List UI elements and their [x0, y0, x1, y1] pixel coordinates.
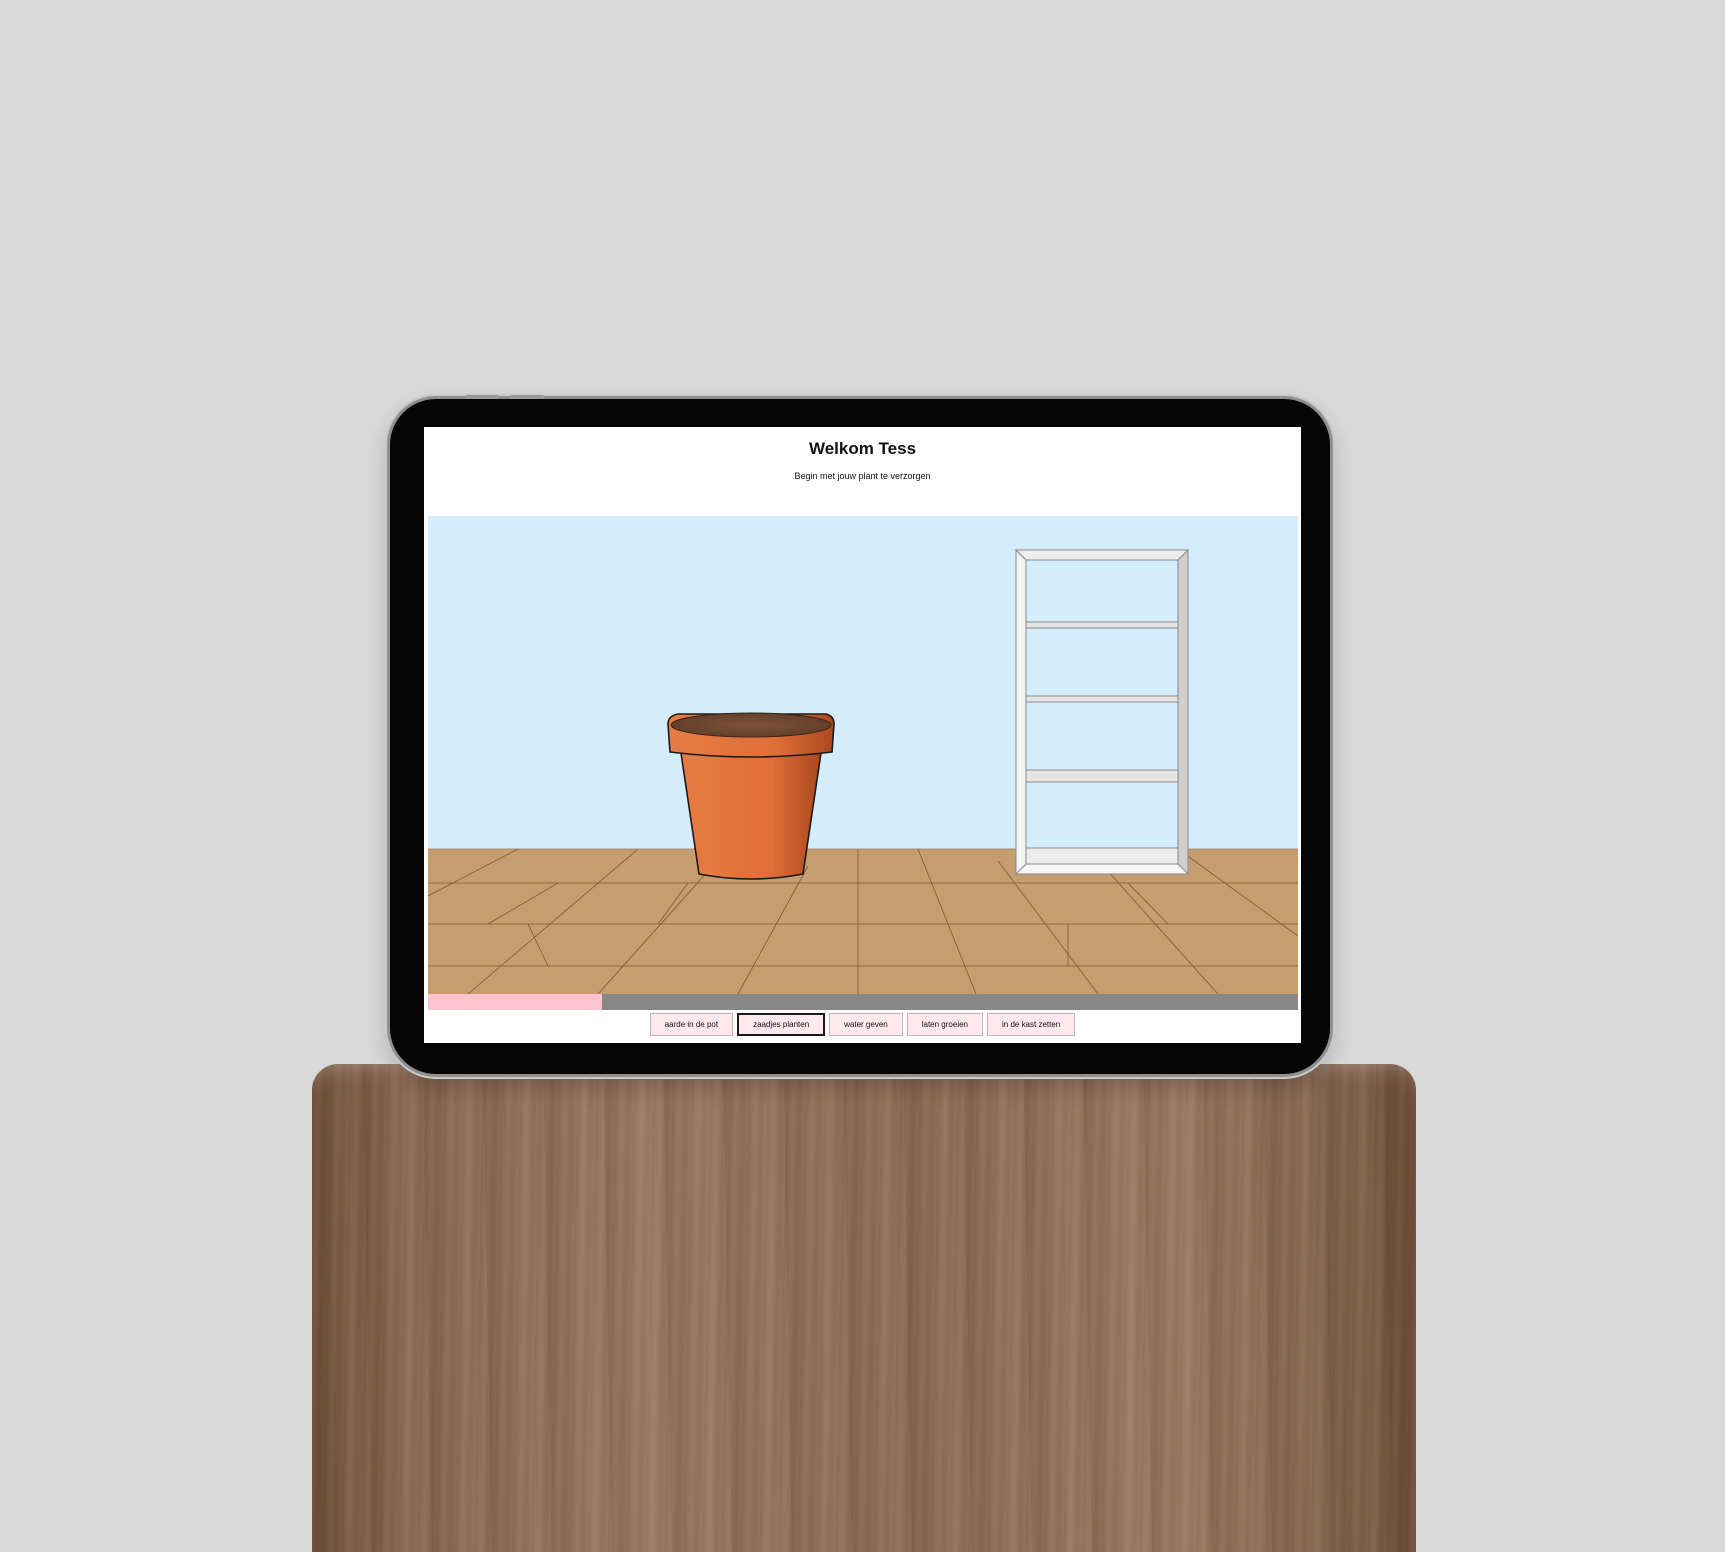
page-title: Welkom Tess [808, 439, 917, 458]
app-screen: Welkom Tess Begin met jouw plant te verz… [424, 427, 1301, 1043]
plant-seeds-button[interactable]: zaadjes planten [737, 1013, 826, 1036]
page-subtitle: Begin met jouw plant te verzorgen [794, 471, 931, 481]
volume-button [510, 395, 544, 399]
photo-backdrop: Welkom Tess Begin met jouw plant te verz… [0, 0, 1725, 1552]
soil-in-pot-button[interactable]: aarde in de pot [649, 1013, 734, 1036]
water-button[interactable]: water geven [829, 1013, 903, 1036]
grow-button[interactable]: laten groeien [906, 1013, 983, 1036]
progress-bar [428, 994, 1298, 1010]
wooden-pedestal [312, 1064, 1416, 1552]
soil [670, 712, 832, 738]
tablet-device: Welkom Tess Begin met jouw plant te verz… [390, 395, 1330, 1074]
progress-fill [428, 994, 602, 1010]
bookshelf [1014, 548, 1190, 876]
action-button-bar: aarde in de pot zaadjes planten water ge… [424, 1013, 1301, 1036]
plant-scene [428, 516, 1298, 994]
volume-button [465, 395, 499, 399]
put-in-cabinet-button[interactable]: in de kast zetten [987, 1013, 1076, 1036]
